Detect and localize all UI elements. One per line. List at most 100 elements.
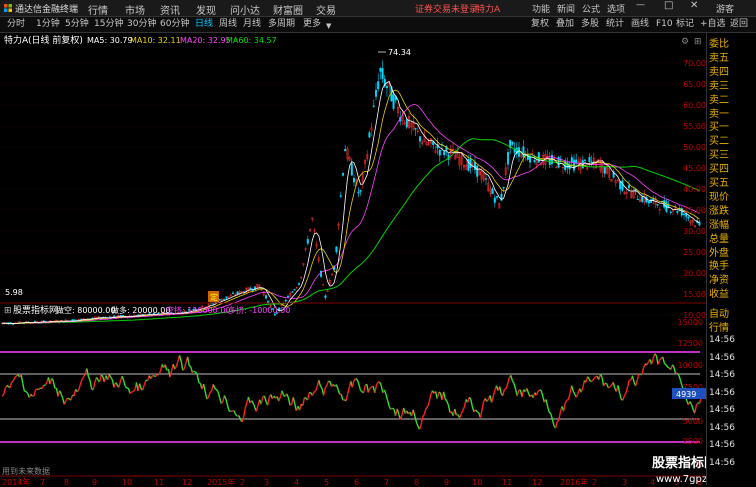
x-tick-label: 2014年 [2, 477, 30, 485]
ytick: 60.00 [683, 101, 706, 110]
kline-chart[interactable]: 特力A (日线 前复权) MA5: 30.79 MA10: 32.11 MA20… [0, 33, 706, 485]
expand-icon[interactable]: ⊞ [694, 37, 702, 47]
candle-body [502, 186, 505, 189]
tick-time: 14:56 [709, 370, 735, 380]
tool-draw[interactable]: 画线 [628, 18, 652, 30]
x-tick-label: 11 [502, 478, 512, 485]
x-tick-label: 8 [414, 478, 419, 485]
indicator-segment [198, 381, 201, 384]
x-tick-label: 11 [154, 478, 164, 485]
tick-time: 14:56 [709, 457, 735, 468]
menu-item-wealth[interactable]: 财富圈 [273, 2, 303, 17]
candle-body [485, 178, 488, 180]
menu-function[interactable]: 功能 [532, 2, 550, 15]
quote-label: 收益 [709, 289, 729, 301]
ind-ytick: 5000 [683, 417, 703, 426]
indicator-segment [355, 377, 358, 381]
period-15min[interactable]: 15分钟 [91, 18, 126, 30]
candle-body [335, 246, 338, 253]
indicator-segment [369, 386, 373, 389]
minimize-icon[interactable]: — [636, 0, 645, 10]
indicator-segment [438, 391, 441, 394]
tool-adjust[interactable]: 复权 [528, 18, 552, 30]
candle-body [320, 270, 323, 277]
indicator-settings-icon[interactable]: ⊞ [4, 306, 12, 316]
candle-body [669, 211, 672, 213]
x-tick-label: 9 [444, 478, 449, 485]
menu-item-news[interactable]: 资讯 [160, 2, 180, 17]
guest-login[interactable]: 游客 [716, 2, 734, 15]
ytick: 55.00 [683, 122, 706, 131]
indicator-segment [313, 390, 316, 393]
tool-mark[interactable]: 标记 [673, 18, 697, 30]
period-multi[interactable]: 多周期 [265, 18, 298, 30]
menu-item-market[interactable]: 市场 [125, 2, 145, 17]
ma60-label: MA60: 34.57 [226, 36, 277, 45]
period-5min[interactable]: 5分钟 [62, 18, 92, 30]
period-30min[interactable]: 30分钟 [124, 18, 159, 30]
quote-label: 买一 [709, 122, 729, 134]
tick-time: 14:56 [709, 422, 735, 433]
period-1min[interactable]: 1分钟 [33, 18, 63, 30]
windows-logo-icon [4, 4, 12, 12]
quote-label: 卖三 [709, 80, 729, 92]
quote-label: 买二 [709, 136, 729, 148]
menu-newsfeed[interactable]: 新闻 [557, 2, 575, 15]
candle-body [496, 196, 499, 198]
maximize-icon[interactable]: □ [664, 0, 673, 11]
tool-multistock[interactable]: 多股 [578, 18, 602, 30]
period-daily[interactable]: 日线 [192, 18, 216, 30]
menu-formula[interactable]: 公式 [582, 2, 600, 15]
tool-add-watchlist[interactable]: +自选 [697, 18, 729, 30]
candle-body [357, 191, 360, 194]
ytick: 35.00 [683, 206, 706, 215]
tool-back[interactable]: 返回 [727, 18, 751, 30]
login-status[interactable]: 证券交易未登录 [415, 2, 478, 15]
tool-statistics[interactable]: 统计 [603, 18, 627, 30]
ma5-label: MA5: 30.79 [87, 36, 133, 45]
period-weekly[interactable]: 周线 [216, 18, 240, 30]
indicator-segment [100, 374, 104, 377]
period-more[interactable]: 更多 [300, 18, 324, 30]
tool-overlay[interactable]: 叠加 [553, 18, 577, 30]
menu-item-trade[interactable]: 交易 [316, 2, 336, 17]
period-60min[interactable]: 60分钟 [157, 18, 192, 30]
x-tick-label: 2 [240, 478, 245, 485]
indicator-name[interactable]: 股票指标网 [13, 304, 58, 316]
indicator-long-param: 做多: 20000.00 [111, 305, 170, 315]
quote-label: 现价 [709, 191, 729, 203]
chevron-down-icon[interactable]: ▼ [323, 20, 334, 32]
period-monthly[interactable]: 月线 [240, 18, 264, 30]
candle-body [621, 180, 624, 191]
auto-quote-label[interactable]: 自动 [709, 305, 729, 320]
quote-label: 卖五 [709, 52, 729, 64]
quote-panel: 委比 卖五 卖四 卖三 卖二 卖一 买一 买二 买三 买四 买五 现价 涨跌 涨幅 总量 外盘 换手 净资 收益 自动… [706, 33, 756, 485]
ytick: 30.00 [683, 227, 706, 236]
tick-time: 14:56 [709, 405, 735, 415]
auto-quote-label[interactable]: 行情 [709, 319, 729, 334]
indicator-segment [193, 370, 196, 373]
menu-options[interactable]: 选项 [607, 2, 625, 15]
indicator-short-squeeze: 空挤: 110000.00 [166, 305, 231, 315]
x-tick-label: 7 [40, 478, 45, 485]
indicator-segment [548, 411, 552, 415]
period-intraday[interactable]: 分时 [4, 18, 28, 30]
quote-label: 买三 [709, 150, 729, 162]
candle-body [443, 151, 446, 155]
settings-icon[interactable]: ⚙ [681, 37, 689, 47]
candle-body [344, 148, 347, 152]
menu-item-quotes[interactable]: 行情 [88, 2, 108, 17]
quote-label: 涨幅 [709, 219, 729, 231]
indicator-segment [289, 403, 292, 406]
menu-item-assistant[interactable]: 问小达 [230, 2, 260, 17]
candle-body [619, 181, 622, 190]
candle-body [511, 141, 514, 145]
indicator-segment [129, 391, 133, 394]
candle-body [414, 128, 417, 130]
current-value-label: 4939 [676, 390, 696, 399]
candle-body [377, 81, 380, 90]
close-icon[interactable]: ✕ [690, 0, 698, 11]
indicator-segment [590, 380, 593, 383]
menu-item-discover[interactable]: 发现 [196, 2, 216, 17]
candle-body [647, 200, 650, 204]
